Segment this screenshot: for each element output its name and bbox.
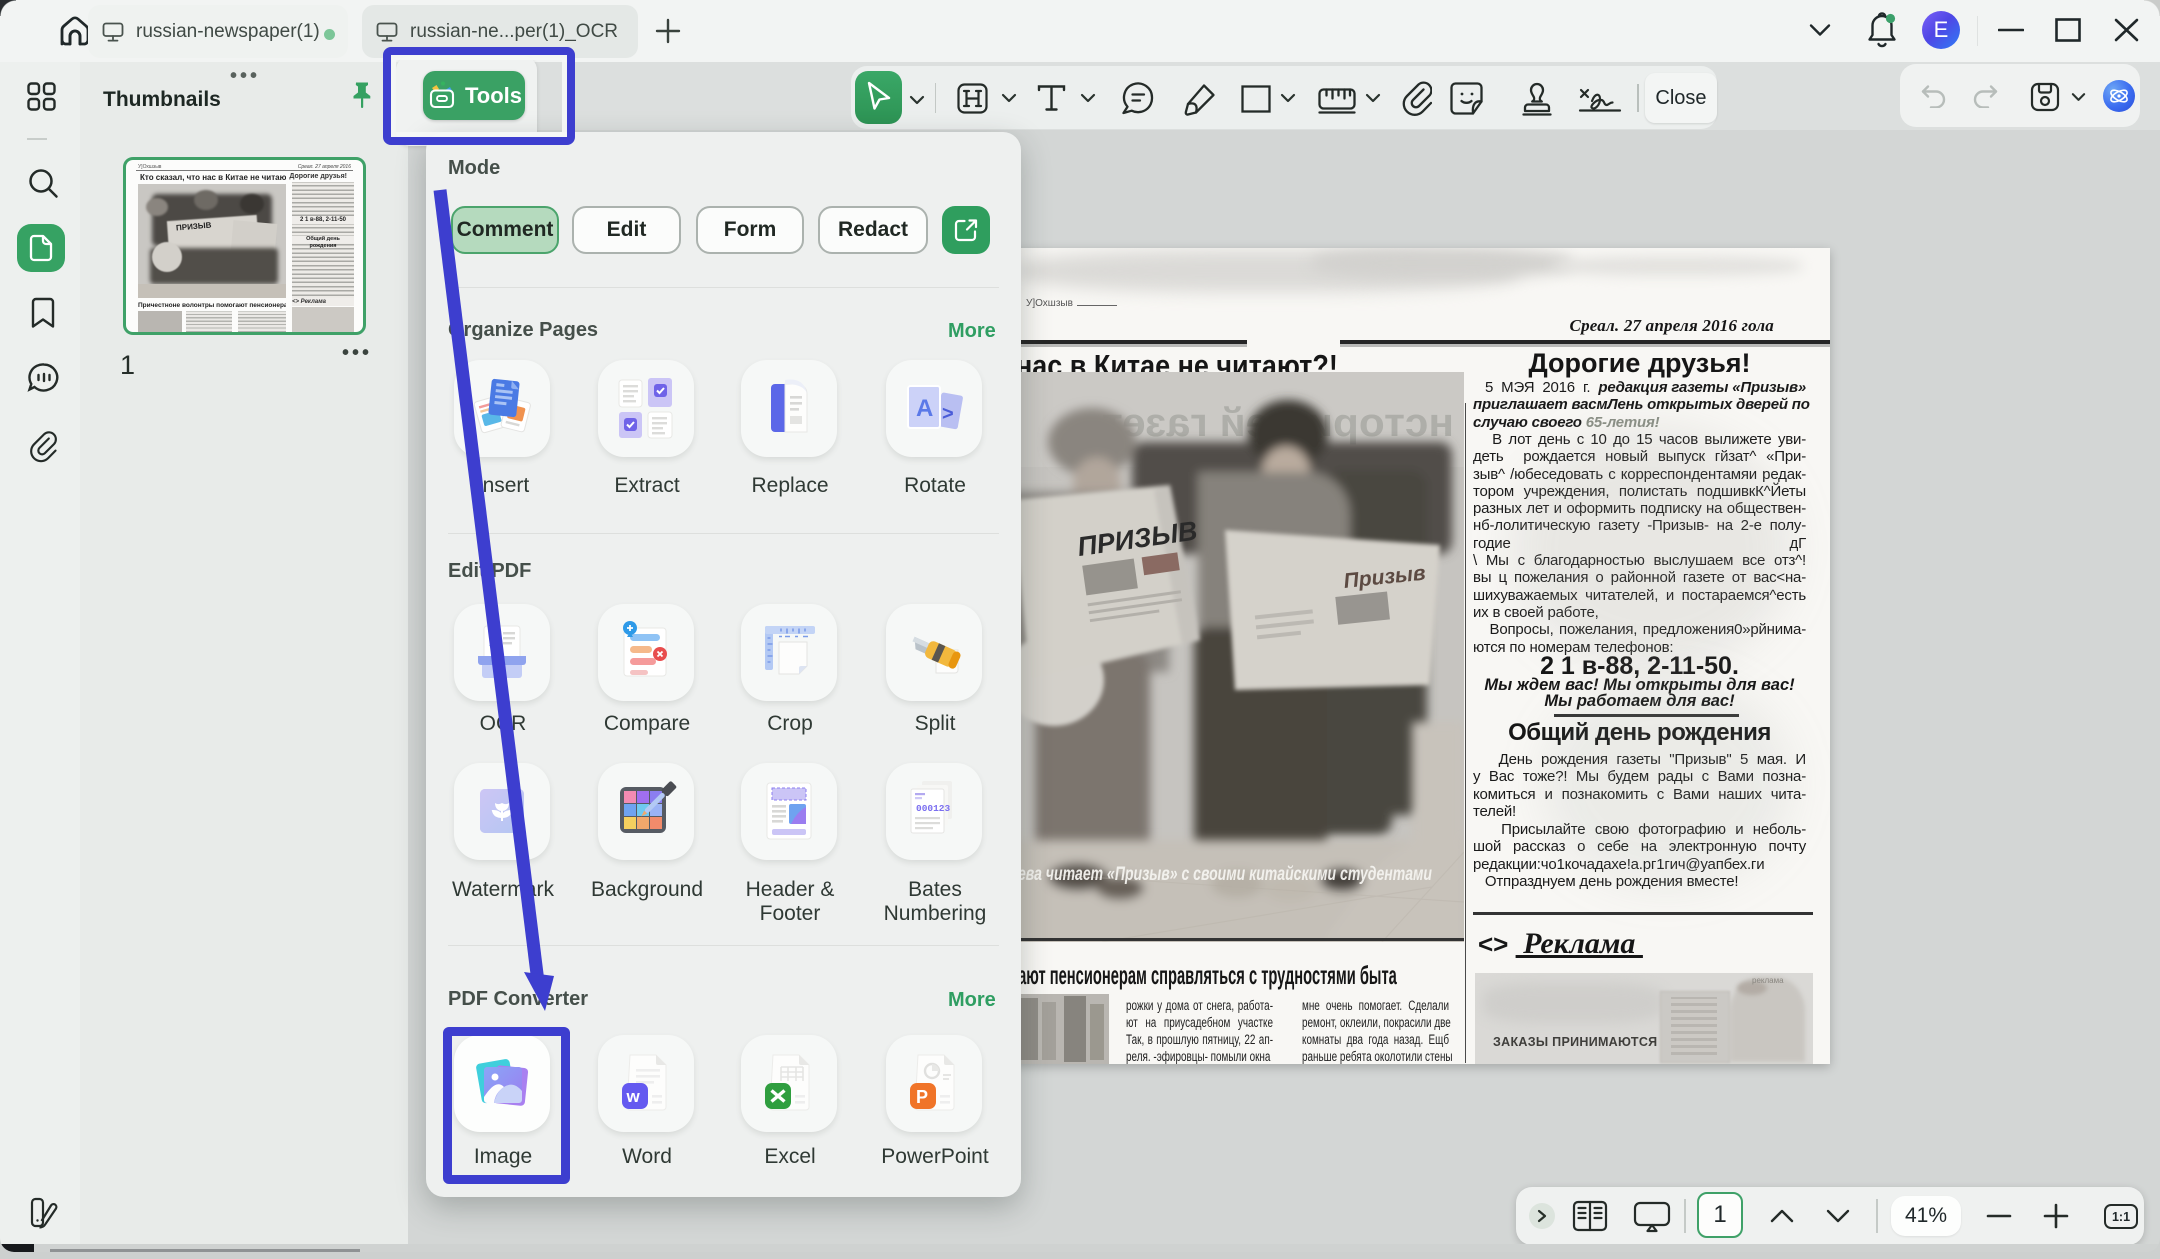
svg-text:000123: 000123 — [916, 803, 951, 814]
svg-text:A: A — [489, 633, 501, 650]
svg-text:A: A — [916, 395, 933, 422]
svg-text:w: w — [626, 1087, 641, 1106]
svg-text:>: > — [942, 403, 954, 425]
svg-text:P: P — [916, 1087, 928, 1107]
svg-text:ева читает «Призыв» с своими к: ева читает «Призыв» с своими китайскими … — [1018, 864, 1432, 885]
